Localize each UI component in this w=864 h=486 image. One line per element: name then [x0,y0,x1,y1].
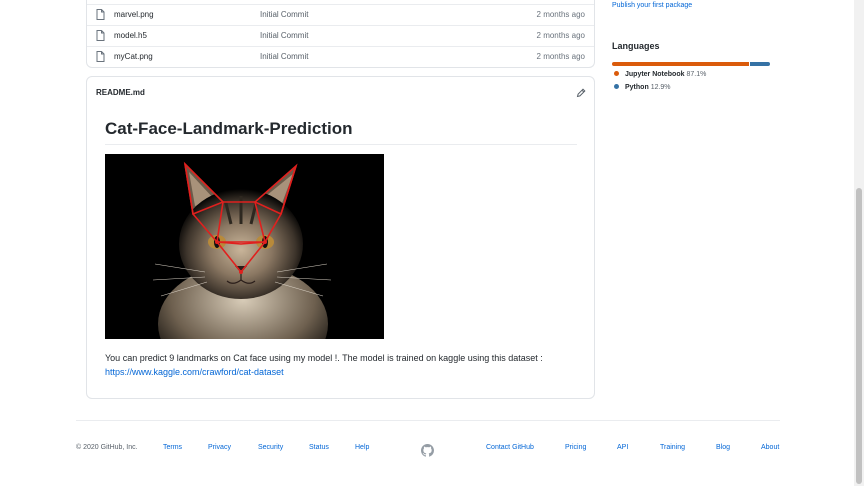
footer-divider [76,420,780,421]
language-item-jupyter[interactable]: Jupyter Notebook 87.1% [614,71,706,78]
commit-age: 2 months ago [536,31,585,40]
file-icon [96,51,105,62]
languages-bar [612,62,770,66]
scrollbar-thumb[interactable] [856,188,862,484]
footer-link-security[interactable]: Security [258,444,283,451]
commit-age: 2 months ago [536,52,585,61]
footer-link-help[interactable]: Help [355,444,369,451]
language-percent: 12.9% [650,84,671,91]
readme-title: Cat-Face-Landmark-Prediction [105,119,353,138]
title-divider [105,144,577,145]
file-name[interactable]: model.h5 [114,31,147,40]
footer-link-terms[interactable]: Terms [163,444,182,451]
footer-link-about[interactable]: About [761,444,779,451]
file-name[interactable]: marvel.png [114,10,154,19]
language-dot-icon [614,71,619,76]
file-icon [96,9,105,20]
file-row[interactable]: marvel.png Initial Commit 2 months ago [87,4,594,24]
file-list: marvel.png Initial Commit 2 months ago m… [86,0,595,68]
file-icon [96,30,105,41]
language-dot-icon [614,84,619,89]
readme-box: README.md Cat-Face-Landmark-Prediction Y… [86,76,595,399]
footer-link-pricing[interactable]: Pricing [565,444,586,451]
language-name: Jupyter Notebook [625,71,685,78]
footer-copyright: © 2020 GitHub, Inc. [76,444,138,451]
file-name[interactable]: myCat.png [114,52,153,61]
footer-link-privacy[interactable]: Privacy [208,444,231,451]
commit-message[interactable]: Initial Commit [260,52,308,61]
readme-filename: README.md [96,88,145,97]
language-segment-jupyter[interactable] [612,62,749,66]
commit-message[interactable]: Initial Commit [260,10,308,19]
commit-message[interactable]: Initial Commit [260,31,308,40]
publish-package-link[interactable]: Publish your first package [612,2,692,9]
footer-link-blog[interactable]: Blog [716,444,730,451]
footer-link-status[interactable]: Status [309,444,329,451]
file-row[interactable]: myCat.png Initial Commit 2 months ago [87,46,594,66]
language-name: Python [625,84,649,91]
file-row[interactable]: model.h5 Initial Commit 2 months ago [87,25,594,45]
footer-link-api[interactable]: API [617,444,628,451]
cat-landmark-image [105,154,384,339]
dataset-link[interactable]: https://www.kaggle.com/crawford/cat-data… [105,367,284,377]
language-item-python[interactable]: Python 12.9% [614,84,671,91]
language-segment-python[interactable] [749,62,770,66]
readme-description: You can predict 9 landmarks on Cat face … [105,353,543,363]
pencil-icon[interactable] [576,88,586,98]
footer-link-contact[interactable]: Contact GitHub [486,444,534,451]
footer-link-training[interactable]: Training [660,444,685,451]
language-percent: 87.1% [686,71,707,78]
commit-age: 2 months ago [536,10,585,19]
languages-heading: Languages [612,41,660,51]
github-logo-icon[interactable] [421,444,434,457]
